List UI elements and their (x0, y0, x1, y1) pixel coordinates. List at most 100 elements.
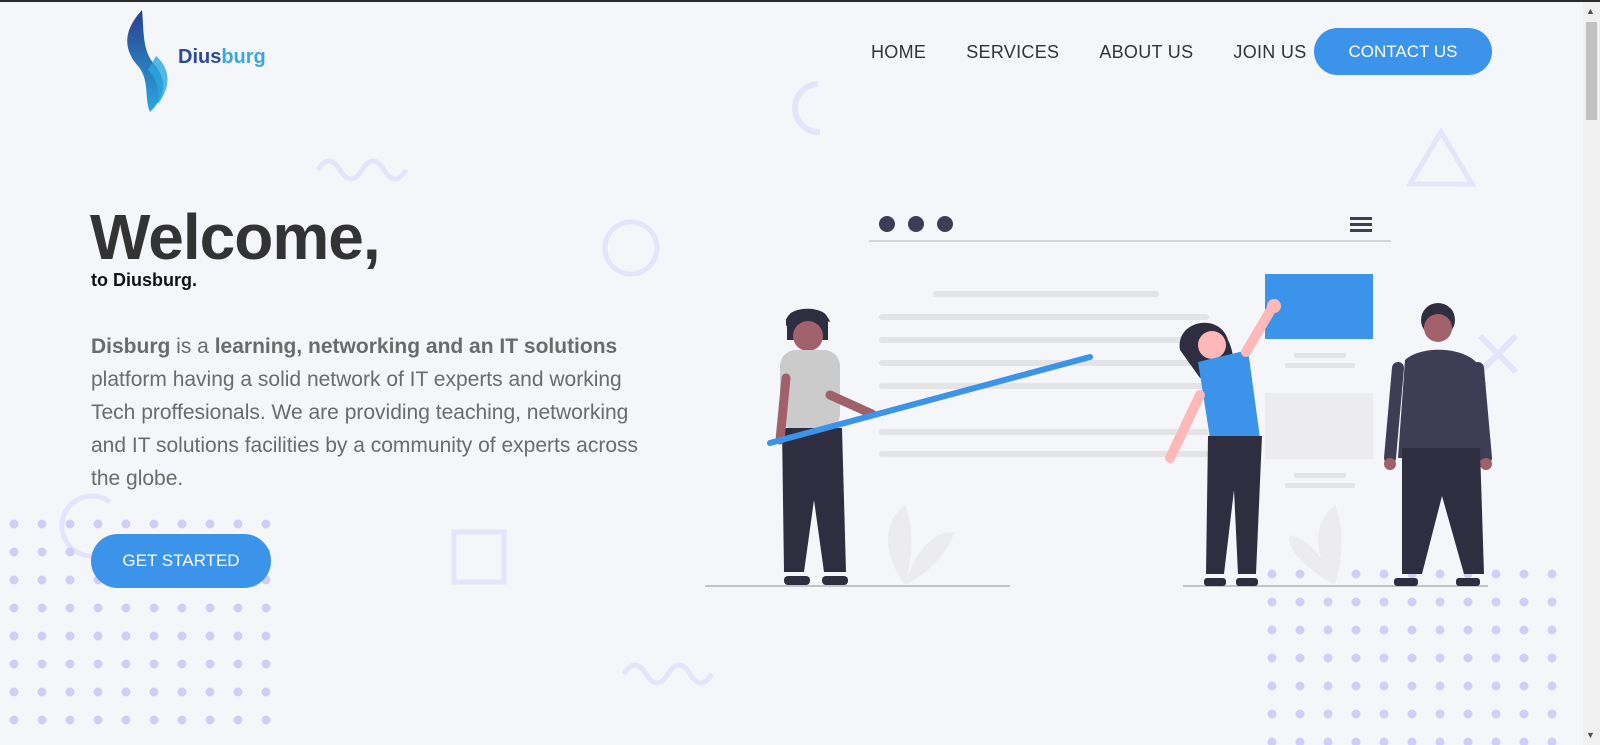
decor-dot (93, 519, 103, 529)
decor-dot (1519, 737, 1529, 745)
decor-dot (1379, 709, 1389, 719)
decor-dot (149, 687, 159, 697)
decor-dot (1519, 681, 1529, 691)
decor-dot (1267, 681, 1277, 691)
decor-dot (177, 659, 187, 669)
decor-dot (93, 687, 103, 697)
decor-dot (1379, 653, 1389, 663)
decor-dot (37, 575, 47, 585)
decor-dot (177, 603, 187, 613)
decor-dot (1323, 737, 1333, 745)
decor-dot (261, 603, 271, 613)
hero-subtitle: to Diusburg. (91, 270, 197, 290)
decor-dot (177, 715, 187, 725)
hero-title: Welcome, (90, 201, 381, 273)
decor-dot (121, 659, 131, 669)
decor-dot (1323, 681, 1333, 691)
scrollbar-thumb[interactable] (1586, 22, 1597, 120)
decor-dot (1519, 709, 1529, 719)
decor-dot (205, 631, 215, 641)
decor-dot (65, 631, 75, 641)
decor-dot (233, 631, 243, 641)
main-nav: HOME SERVICES ABOUT US JOIN US (871, 40, 1347, 64)
decor-dot (65, 519, 75, 529)
scroll-up-arrow-icon[interactable]: ▲ (1586, 6, 1595, 16)
decor-dot (1267, 653, 1277, 663)
decor-dot (261, 687, 271, 697)
brand-name-part2: burg (221, 46, 266, 68)
decor-dot (1407, 709, 1417, 719)
scroll-down-arrow-icon[interactable]: ▼ (1586, 730, 1595, 740)
ground-lines (705, 585, 1488, 587)
decor-dot (1491, 681, 1501, 691)
nav-home[interactable]: HOME (871, 40, 926, 64)
decor-dot (1295, 709, 1305, 719)
decor-dot (149, 631, 159, 641)
decor-dot (37, 631, 47, 641)
decor-dot (9, 631, 19, 641)
decor-dot (1267, 709, 1277, 719)
hero-description: Disburg is a learning, networking and an… (91, 330, 651, 495)
decor-dot (233, 603, 243, 613)
decor-dot (261, 631, 271, 641)
decor-dot (1323, 709, 1333, 719)
decor-dot (205, 715, 215, 725)
hero-desc-bold: learning, networking and an IT solutions (214, 335, 618, 358)
brand-name: Diusburg (178, 46, 266, 69)
decor-dot (37, 519, 47, 529)
decor-dot (37, 715, 47, 725)
decor-dot (93, 715, 103, 725)
decor-dot (1519, 597, 1529, 607)
decor-dot (65, 603, 75, 613)
nav-about-us[interactable]: ABOUT US (1099, 40, 1193, 64)
decor-dot (93, 603, 103, 613)
decor-dot (233, 715, 243, 725)
decor-dot (9, 659, 19, 669)
decor-dot (149, 603, 159, 613)
decor-dot (9, 603, 19, 613)
decor-dot (1323, 653, 1333, 663)
decor-dot (177, 631, 187, 641)
decor-dot (1547, 709, 1557, 719)
decor-dot (1435, 709, 1445, 719)
decor-dot (1351, 653, 1361, 663)
hero-desc-text1: is a (170, 335, 215, 358)
decor-dot (1463, 681, 1473, 691)
vertical-scrollbar[interactable]: ▲ ▼ (1583, 2, 1600, 745)
hero-desc-brand: Disburg (91, 335, 171, 358)
decor-dot (1295, 681, 1305, 691)
decor-dot (93, 631, 103, 641)
decor-dot (1351, 625, 1361, 635)
decor-dot (65, 547, 75, 557)
nav-services[interactable]: SERVICES (966, 40, 1059, 64)
decor-dot (37, 603, 47, 613)
decor-dot (1351, 681, 1361, 691)
decor-dot (1435, 625, 1445, 635)
decor-dot (9, 687, 19, 697)
decor-dot (1295, 737, 1305, 745)
decor-dot (9, 715, 19, 725)
decor-dot (1491, 625, 1501, 635)
decor-dot (149, 659, 159, 669)
contact-us-button[interactable]: CONTACT US (1314, 28, 1492, 75)
decor-dot (261, 659, 271, 669)
decor-dot (9, 575, 19, 585)
decor-dot (1323, 625, 1333, 635)
flame-logo-icon (127, 10, 168, 112)
decor-dot (205, 687, 215, 697)
decor-dot (121, 603, 131, 613)
nav-join-us[interactable]: JOIN US (1233, 40, 1306, 64)
decor-dot (65, 575, 75, 585)
decor-dot (1407, 681, 1417, 691)
decor-dot (9, 547, 19, 557)
decor-dot (1351, 737, 1361, 745)
decor-dot (65, 687, 75, 697)
decor-dot (37, 687, 47, 697)
brand-logo[interactable]: Diusburg (122, 8, 282, 114)
decor-dot (37, 547, 47, 557)
hero-illustration (705, 216, 1492, 587)
decor-dot (1379, 737, 1389, 745)
get-started-button[interactable]: GET STARTED (91, 534, 271, 588)
decor-dot (1519, 653, 1529, 663)
decor-dot (93, 659, 103, 669)
